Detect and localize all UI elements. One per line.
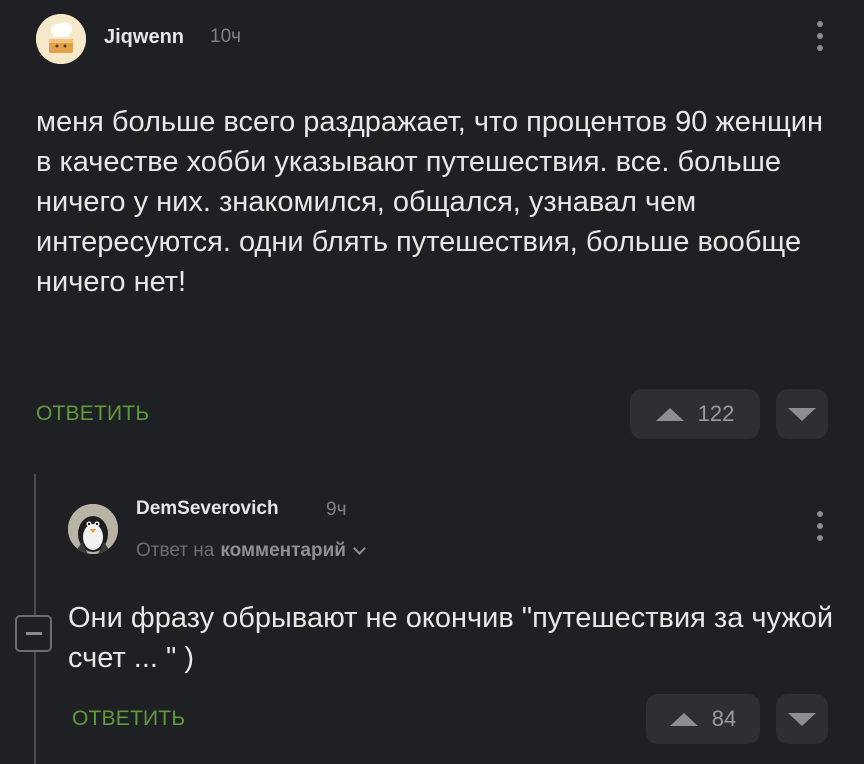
username[interactable]: DemSeverovich xyxy=(136,498,279,520)
timestamp: 10ч xyxy=(210,26,242,47)
reply-to-info: Ответ на комментарий xyxy=(136,540,366,562)
avatar-image xyxy=(68,504,118,554)
reply-button[interactable]: ОТВЕТИТЬ xyxy=(36,402,149,426)
username[interactable]: Jiqwenn xyxy=(104,26,184,49)
kebab-icon[interactable] xyxy=(813,21,827,51)
upvote-button[interactable]: 122 xyxy=(630,389,760,439)
reply-to-link[interactable]: комментарий xyxy=(220,540,346,562)
rating-count: 84 xyxy=(711,706,737,731)
comment-text: меня больше всего раздражает, что процен… xyxy=(36,106,824,298)
comment-text: Они фразу обрывают не окончив "путешеств… xyxy=(68,602,834,674)
triangle-up-icon xyxy=(669,712,698,726)
avatar[interactable] xyxy=(36,14,86,64)
upvote-button[interactable]: 84 xyxy=(646,694,760,744)
chevron-down-icon[interactable] xyxy=(353,542,366,555)
downvote-button[interactable] xyxy=(776,389,828,439)
collapse-thread-button[interactable] xyxy=(15,615,52,652)
rating-count: 122 xyxy=(697,401,735,426)
kebab-icon[interactable] xyxy=(813,511,827,541)
avatar[interactable] xyxy=(68,504,118,554)
triangle-up-icon xyxy=(655,407,684,421)
timestamp: 9ч xyxy=(326,499,347,520)
triangle-down-icon xyxy=(788,407,816,421)
reply-button[interactable]: ОТВЕТИТЬ xyxy=(72,707,185,731)
avatar-image xyxy=(36,14,86,64)
downvote-button[interactable] xyxy=(776,694,828,744)
triangle-down-icon xyxy=(788,712,816,726)
minus-box-icon xyxy=(25,632,42,635)
reply-to-prefix: Ответ на xyxy=(136,540,215,561)
